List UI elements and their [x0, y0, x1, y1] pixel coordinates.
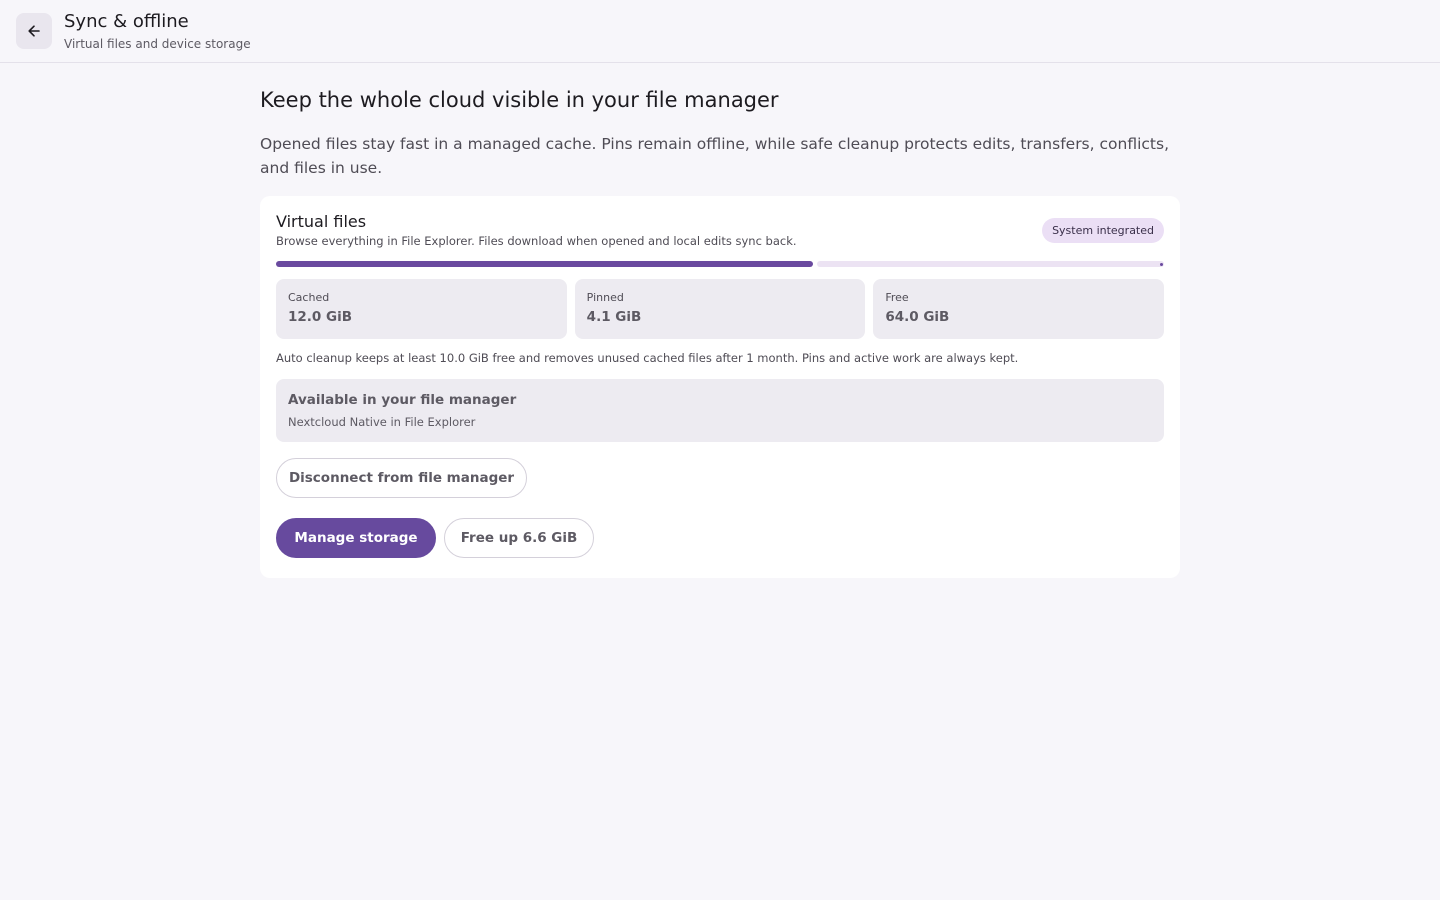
stat-free: Free 64.0 GiB: [873, 279, 1165, 339]
stat-value: 4.1 GiB: [586, 309, 642, 325]
storage-stats: Cached 12.0 GiB Pinned 4.1 GiB Free 64.0…: [276, 279, 1165, 339]
usage-bar-remaining: [817, 261, 1164, 267]
page-subtitle: Virtual files and device storage: [64, 37, 251, 51]
top-bar: Sync & offline Virtual files and device …: [0, 0, 1440, 63]
free-up-button[interactable]: Free up 6.6 GiB: [444, 518, 594, 558]
section-intro: Opened files stay fast in a managed cach…: [260, 135, 1169, 177]
stat-cached: Cached 12.0 GiB: [276, 279, 567, 339]
arrow-left-icon: [28, 25, 40, 37]
file-manager-title: Available in your file manager: [288, 392, 517, 408]
stat-label: Free: [885, 291, 909, 304]
card-description: Browse everything in File Explorer. File…: [276, 234, 797, 248]
disconnect-button[interactable]: Disconnect from file manager: [276, 458, 527, 498]
file-manager-subtitle: Nextcloud Native in File Explorer: [288, 415, 476, 429]
file-manager-status: Available in your file manager Nextcloud…: [276, 379, 1164, 442]
stat-label: Cached: [288, 291, 330, 304]
storage-usage-bar: [276, 261, 1164, 267]
stat-pinned: Pinned 4.1 GiB: [574, 279, 866, 339]
virtual-files-card: Virtual files Browse everything in File …: [260, 196, 1180, 578]
manage-storage-button[interactable]: Manage storage: [276, 518, 436, 558]
page-title: Sync & offline: [64, 11, 189, 32]
back-button[interactable]: [16, 13, 52, 49]
usage-bar-fill: [276, 261, 813, 267]
stat-label: Pinned: [586, 291, 624, 304]
stat-value: 64.0 GiB: [885, 309, 950, 325]
section-headline: Keep the whole cloud visible in your fil…: [260, 88, 779, 112]
usage-bar-end-dot: [1160, 262, 1163, 266]
cleanup-note: Auto cleanup keeps at least 10.0 GiB fre…: [276, 351, 1019, 365]
stat-value: 12.0 GiB: [288, 309, 353, 325]
card-title: Virtual files: [276, 212, 367, 231]
status-badge: System integrated: [1042, 218, 1164, 243]
